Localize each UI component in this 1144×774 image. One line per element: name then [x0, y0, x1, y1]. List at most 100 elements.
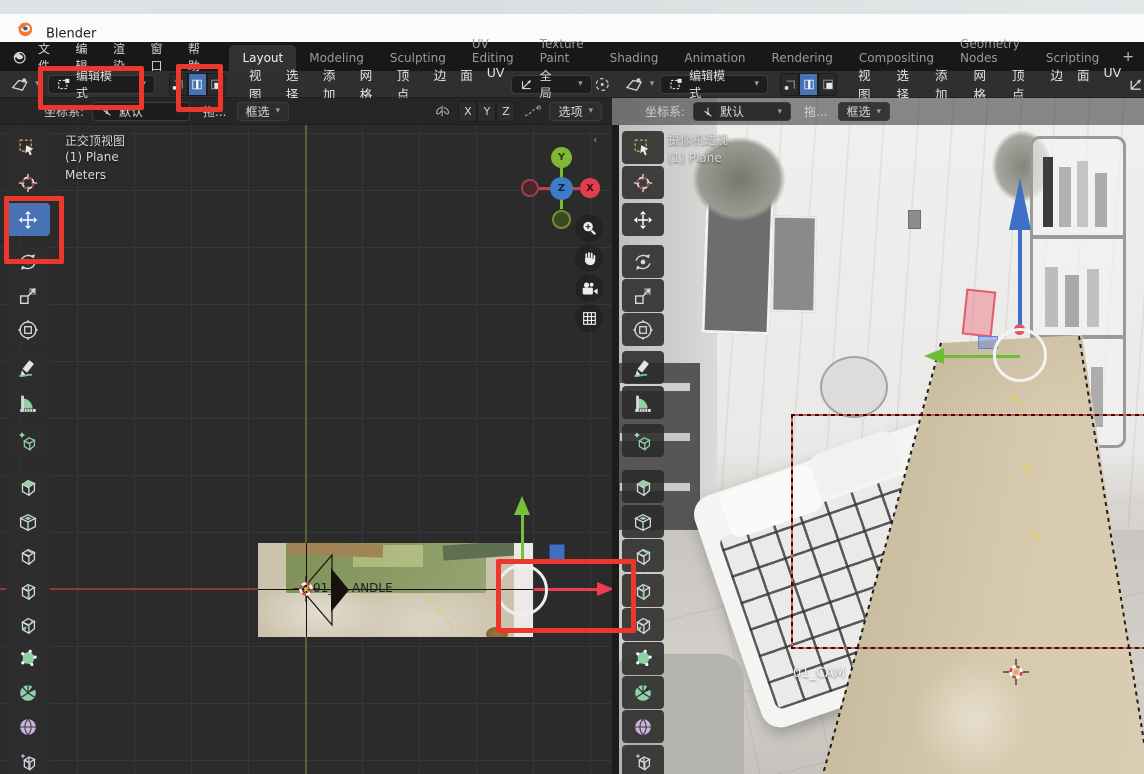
editor-type-icon[interactable] — [624, 76, 646, 92]
add-cube-tool-button[interactable] — [622, 424, 664, 457]
gizmo-z-arrowhead[interactable] — [1009, 178, 1031, 230]
global-axes-icon[interactable] — [1128, 77, 1144, 92]
scale-tool-button[interactable] — [6, 279, 50, 312]
measure-tool-button[interactable] — [622, 386, 664, 419]
move-tool-button[interactable] — [622, 203, 664, 236]
edge-select-button[interactable] — [799, 73, 818, 96]
proportional-editing-icon[interactable] — [594, 76, 610, 93]
spin-tool-icon — [17, 682, 39, 704]
workspace-tab-texture-paint[interactable]: Texture Paint — [527, 31, 597, 71]
zoom-icon — [581, 220, 598, 237]
scale-tool-icon — [17, 285, 39, 307]
poly-build-tool-button[interactable] — [622, 642, 664, 675]
mirror-axis-y[interactable]: Y — [477, 101, 496, 122]
knife-tool-button[interactable] — [6, 608, 50, 641]
edge-slide-tool-button[interactable] — [6, 745, 50, 774]
nav-axis-y[interactable]: Y — [551, 147, 572, 168]
tweak-select-button[interactable] — [6, 131, 50, 164]
handle-label-suffix: ANDLE — [352, 581, 393, 595]
rotate-tool-button[interactable] — [622, 245, 664, 278]
cursor-tool-button[interactable] — [622, 166, 664, 199]
smooth-tool-button[interactable] — [6, 710, 50, 743]
pane-separator[interactable] — [612, 125, 619, 774]
edge-slide-tool-button[interactable] — [622, 745, 664, 774]
mirror-icon[interactable] — [434, 104, 452, 118]
gizmo-z-shaft[interactable] — [1018, 226, 1022, 330]
extrude-tool-button[interactable] — [6, 470, 50, 503]
add-cube-tool-button[interactable] — [6, 424, 50, 457]
extrude-tool-button[interactable] — [622, 470, 664, 503]
coord-dropdown[interactable]: 默认 ▾ — [693, 102, 791, 121]
coord-value: 默认 — [720, 103, 744, 120]
box-select-label: 框选 — [246, 103, 270, 120]
workspace-tab-shading[interactable]: Shading — [597, 45, 672, 71]
mirror-axis-z[interactable]: Z — [496, 101, 515, 122]
camera-view-button[interactable] — [575, 274, 603, 302]
annotation-box-mode-dropdown — [38, 66, 144, 110]
scale-tool-button[interactable] — [622, 279, 664, 312]
options-dropdown[interactable]: 选项 ▾ — [549, 102, 602, 121]
smooth-tool-icon — [17, 716, 39, 738]
blender-menu-logo-icon[interactable] — [12, 49, 26, 65]
annotation-box-edge-select — [176, 64, 223, 112]
cursor-tool-button[interactable] — [6, 166, 50, 199]
face-select-button[interactable] — [818, 73, 837, 96]
drag-label[interactable]: 拖... — [804, 103, 827, 120]
nav-axis-x[interactable]: X — [580, 178, 600, 198]
gizmo-y-arrowhead[interactable] — [514, 496, 530, 515]
spin-tool-button[interactable] — [622, 676, 664, 709]
editor-type-icon[interactable] — [10, 76, 31, 92]
measure-tool-icon — [17, 392, 39, 414]
nav-axis-y-neg[interactable] — [552, 210, 571, 229]
camera-frame-bottom — [791, 647, 1144, 649]
measure-tool-button[interactable] — [6, 386, 50, 419]
bevel-tool-button[interactable] — [6, 539, 50, 572]
grid-icon — [582, 311, 597, 326]
orientation-dropdown[interactable]: 全局 ▾ — [511, 75, 591, 94]
camera-name-label: 01_CAM — [793, 666, 845, 681]
smooth-tool-button[interactable] — [622, 710, 664, 743]
mirror-axis-x[interactable]: X — [458, 101, 477, 122]
left-viewport[interactable]: 正交顶视图 (1) Plane Meters 01_ ANDLE — [0, 125, 612, 774]
annotation-box-move-tool — [4, 196, 64, 264]
annotate-tool-button[interactable] — [6, 351, 50, 384]
wall-switch — [908, 210, 921, 229]
workspace-tab-rendering[interactable]: Rendering — [759, 45, 846, 71]
box-select-dropdown[interactable]: 框选 ▾ — [838, 102, 891, 121]
vertex-select-button[interactable] — [780, 73, 799, 96]
nav-axis-z[interactable]: Z — [550, 177, 573, 200]
pan-view-button[interactable] — [575, 244, 603, 272]
loop-cut-tool-button[interactable] — [6, 574, 50, 607]
gizmo-x-arrowhead[interactable] — [924, 348, 944, 364]
mode-dropdown[interactable]: 编辑模式 ▾ — [660, 75, 768, 94]
transform-tool-icon — [632, 319, 654, 341]
active-object-label: (1) Plane — [65, 150, 119, 164]
annotate-tool-button[interactable] — [622, 351, 664, 384]
transform-tool-button[interactable] — [6, 313, 50, 346]
edge-slide-tool-icon — [632, 751, 654, 773]
transform-pivot-icon — [702, 106, 714, 118]
poly-build-tool-icon — [17, 648, 39, 670]
loop-cut-tool-icon — [17, 580, 39, 602]
collapse-region-arrow[interactable]: ‹ — [593, 133, 597, 146]
falloff-icon[interactable] — [523, 104, 541, 118]
ortho-toggle-button[interactable] — [575, 304, 603, 332]
gizmo-xy-plane-handle[interactable] — [549, 544, 565, 560]
inset-faces-tool-button[interactable] — [622, 505, 664, 538]
poly-build-tool-button[interactable] — [6, 642, 50, 675]
camera-frame-left — [791, 414, 793, 647]
box-select-dropdown[interactable]: 框选 ▾ — [237, 102, 290, 121]
move-tool-icon — [632, 209, 654, 231]
gizmo-yz-plane-handle[interactable] — [962, 289, 997, 338]
inset-faces-tool-button[interactable] — [6, 505, 50, 538]
cursor-3d — [293, 576, 319, 602]
gizmo-center-circle[interactable] — [993, 328, 1047, 382]
zoom-view-button[interactable] — [575, 214, 603, 242]
tweak-select-button[interactable] — [622, 131, 664, 164]
nav-axis-x-neg[interactable] — [521, 179, 539, 197]
mode-label: 编辑模式 — [689, 67, 736, 101]
cursor-tool-icon — [632, 172, 654, 194]
transform-tool-button[interactable] — [622, 313, 664, 346]
right-viewport[interactable]: 01_CAM 摄像机透视 (1) Plane 坐标系: 默认 ▾ 拖 — [612, 98, 1144, 774]
spin-tool-button[interactable] — [6, 676, 50, 709]
